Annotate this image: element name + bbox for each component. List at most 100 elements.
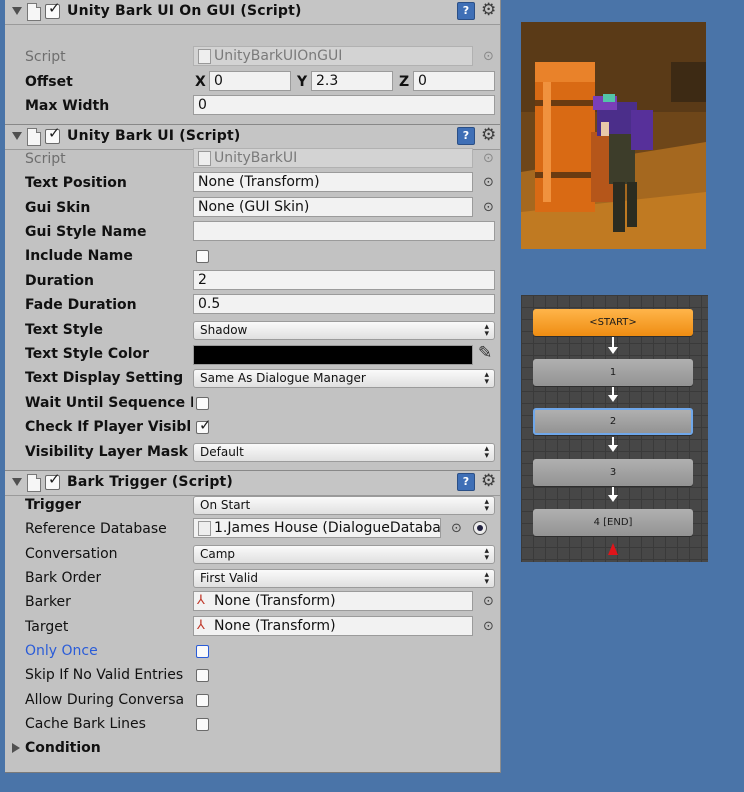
cache-bark-lines-checkbox[interactable] [196,718,209,731]
conversation-label: Conversation [25,546,118,562]
radio-selected-icon[interactable] [473,521,487,535]
bark-order-label: Bark Order [25,570,102,586]
trigger-value: On Start [200,498,251,512]
graph-arrow-icon [608,445,618,452]
reference-database-field[interactable]: 1.James House (DialogueDataba [193,518,441,538]
help-icon[interactable]: ? [457,127,475,145]
cache-bark-lines-row: Cache Bark Lines [5,713,500,737]
text-display-setting-value: Same As Dialogue Manager [200,371,366,385]
graph-arrow-icon [608,495,618,502]
object-picker-icon[interactable]: ⊙ [451,521,462,536]
allow-during-conversation-checkbox[interactable] [196,694,209,707]
gui-style-name-input[interactable] [193,221,495,241]
object-picker-icon[interactable]: ⊙ [483,200,494,215]
component-enabled-checkbox[interactable]: ✓ [45,1,61,19]
target-value: None (Transform) [214,618,336,634]
object-picker-icon[interactable]: ⊙ [483,175,494,190]
trigger-dropdown[interactable]: On Start ▴ ▾ [193,496,495,515]
component-header-bark-ui[interactable]: ✓ Unity Bark UI (Script) ? ⚙ [5,124,500,150]
component-header-bark-ui-ongui[interactable]: ✓ Unity Bark UI On GUI (Script) ? ⚙ [5,0,500,25]
reference-database-label: Reference Database [25,521,167,537]
component-title: Unity Bark UI On GUI (Script) [67,3,302,19]
bark-order-dropdown[interactable]: First Valid ▴ ▾ [193,569,495,588]
gui-style-name-row: Gui Style Name [5,221,500,245]
fade-duration-input[interactable]: 0.5 [193,294,495,314]
game-scene-illustration [521,22,706,249]
visibility-layer-mask-dropdown[interactable]: Default ▴ ▾ [193,443,495,462]
include-name-label: Include Name [25,248,133,264]
script-value: UnityBarkUIOnGUI [214,48,343,64]
graph-node-3[interactable]: 3 [533,459,693,486]
foldout-arrow-icon[interactable] [12,132,22,140]
dropdown-arrows-icon: ▴ ▾ [484,570,489,587]
x-label: X [195,74,206,90]
offset-z-input[interactable]: 0 [413,71,495,91]
target-field[interactable]: ⅄ None (Transform) [193,616,473,636]
text-style-color-label: Text Style Color [25,346,150,362]
text-style-dropdown[interactable]: Shadow ▴ ▾ [193,321,495,340]
script-label: Script [25,49,66,65]
component-enabled-checkbox[interactable]: ✓ [45,126,61,144]
object-picker-icon: ⊙ [483,151,494,166]
offset-y-input[interactable]: 2.3 [311,71,393,91]
text-style-label: Text Style [25,322,103,338]
script-row: Script UnityBarkUIOnGUI ⊙ [5,46,500,70]
help-icon[interactable]: ? [457,473,475,491]
object-picker-icon[interactable]: ⊙ [483,619,494,634]
only-once-checkbox[interactable] [196,645,209,658]
text-style-color-swatch[interactable] [193,345,473,365]
only-once-row: Only Once [5,640,500,664]
object-picker-icon[interactable]: ⊙ [483,594,494,609]
eyedropper-icon[interactable]: ✎ [478,343,492,363]
bark-order-value: First Valid [200,571,258,585]
fade-duration-label: Fade Duration [25,297,137,313]
database-asset-icon [198,521,211,536]
help-icon[interactable]: ? [457,2,475,20]
graph-link [612,437,614,445]
gear-icon[interactable]: ⚙ [481,0,496,20]
script-file-icon [27,3,41,21]
conversation-dropdown[interactable]: Camp ▴ ▾ [193,545,495,564]
check-player-visible-checkbox[interactable]: ✓ [196,418,212,434]
max-width-input[interactable]: 0 [193,95,495,115]
barker-field[interactable]: ⅄ None (Transform) [193,591,473,611]
include-name-checkbox[interactable] [196,250,209,263]
foldout-arrow-icon[interactable] [12,7,22,15]
transform-icon: ⅄ [197,618,205,633]
y-label: Y [297,74,308,90]
fade-duration-row: Fade Duration 0.5 [5,294,500,318]
condition-label: Condition [25,740,101,756]
gui-skin-field[interactable]: None (GUI Skin) [193,197,473,217]
text-display-setting-row: Text Display Setting Same As Dialogue Ma… [5,367,500,391]
conversation-value: Camp [200,547,236,561]
graph-link [612,337,614,347]
foldout-arrow-icon[interactable] [12,478,22,486]
gear-icon[interactable]: ⚙ [481,471,496,491]
skip-if-no-valid-row: Skip If No Valid Entries [5,664,500,688]
script-label: Script [25,151,66,167]
component-enabled-checkbox[interactable]: ✓ [45,472,61,490]
wait-until-sequence-checkbox[interactable] [196,397,209,410]
trigger-label: Trigger [25,497,82,513]
cache-bark-lines-label: Cache Bark Lines [25,716,146,732]
duration-row: Duration 2 [5,270,500,294]
text-style-value: Shadow [200,323,248,337]
component-header-bark-trigger[interactable]: ✓ Bark Trigger (Script) ? ⚙ [5,470,500,496]
text-position-field[interactable]: None (Transform) [193,172,473,192]
offset-row: Offset X 0 Y 2.3 Z 0 [5,71,500,95]
check-player-visible-label: Check If Player Visibl [25,419,192,435]
foldout-closed-icon[interactable] [12,743,20,753]
skip-if-no-valid-checkbox[interactable] [196,669,209,682]
graph-node-2[interactable]: 2 [533,408,693,435]
condition-row[interactable]: Condition [5,737,500,761]
text-display-setting-dropdown[interactable]: Same As Dialogue Manager ▴ ▾ [193,369,495,388]
duration-input[interactable]: 2 [193,270,495,290]
offset-x-input[interactable]: 0 [209,71,291,91]
gear-icon[interactable]: ⚙ [481,125,496,145]
graph-node-start[interactable]: <START> [533,309,693,336]
check-player-visible-row: Check If Player Visibl ✓ [5,416,500,440]
visibility-layer-mask-value: Default [200,445,244,459]
visibility-layer-mask-row: Visibility Layer Mask Default ▴ ▾ [5,441,500,465]
graph-node-4-end[interactable]: 4 [END] [533,509,693,536]
graph-node-1[interactable]: 1 [533,359,693,386]
